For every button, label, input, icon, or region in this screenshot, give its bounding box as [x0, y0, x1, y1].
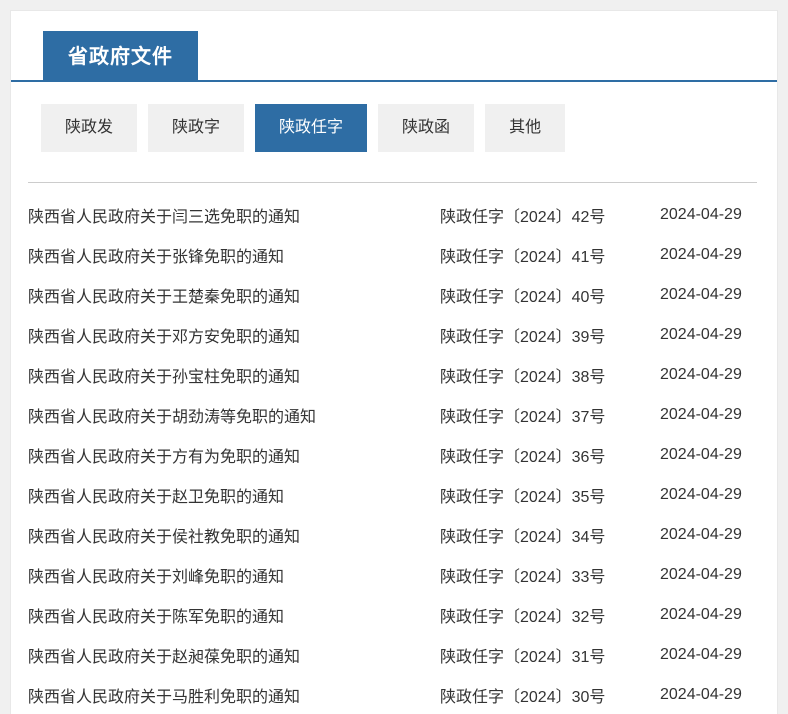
- doc-number: 陕政任字〔2024〕31号: [440, 643, 660, 667]
- tab-shanzhenghan[interactable]: 陕政函: [378, 104, 474, 152]
- page-title: 省政府文件: [43, 31, 198, 80]
- doc-list-item[interactable]: 陕西省人民政府关于张锋免职的通知 陕政任字〔2024〕41号 2024-04-2…: [11, 235, 777, 275]
- doc-title-link[interactable]: 陕西省人民政府关于赵卫免职的通知: [28, 483, 440, 507]
- doc-title-link[interactable]: 陕西省人民政府关于方有为免职的通知: [28, 443, 440, 467]
- doc-list-item[interactable]: 陕西省人民政府关于孙宝柱免职的通知 陕政任字〔2024〕38号 2024-04-…: [11, 355, 777, 395]
- doc-number: 陕政任字〔2024〕42号: [440, 203, 660, 227]
- doc-date: 2024-04-29: [660, 486, 747, 504]
- doc-list-item[interactable]: 陕西省人民政府关于赵卫免职的通知 陕政任字〔2024〕35号 2024-04-2…: [11, 475, 777, 515]
- doc-date: 2024-04-29: [660, 206, 747, 224]
- doc-list-item[interactable]: 陕西省人民政府关于赵昶葆免职的通知 陕政任字〔2024〕31号 2024-04-…: [11, 635, 777, 675]
- doc-date: 2024-04-29: [660, 406, 747, 424]
- section-header: 省政府文件: [11, 11, 777, 82]
- doc-title-link[interactable]: 陕西省人民政府关于陈军免职的通知: [28, 603, 440, 627]
- doc-title-link[interactable]: 陕西省人民政府关于胡劲涛等免职的通知: [28, 403, 440, 427]
- doc-date: 2024-04-29: [660, 646, 747, 664]
- doc-title-link[interactable]: 陕西省人民政府关于赵昶葆免职的通知: [28, 643, 440, 667]
- doc-number: 陕政任字〔2024〕39号: [440, 323, 660, 347]
- doc-list-item[interactable]: 陕西省人民政府关于马胜利免职的通知 陕政任字〔2024〕30号 2024-04-…: [11, 675, 777, 714]
- doc-title-link[interactable]: 陕西省人民政府关于孙宝柱免职的通知: [28, 363, 440, 387]
- doc-number: 陕政任字〔2024〕38号: [440, 363, 660, 387]
- tab-shanzhengfa[interactable]: 陕政发: [41, 104, 137, 152]
- doc-date: 2024-04-29: [660, 246, 747, 264]
- doc-list-item[interactable]: 陕西省人民政府关于侯社教免职的通知 陕政任字〔2024〕34号 2024-04-…: [11, 515, 777, 555]
- doc-date: 2024-04-29: [660, 286, 747, 304]
- doc-date: 2024-04-29: [660, 366, 747, 384]
- doc-number: 陕政任字〔2024〕34号: [440, 523, 660, 547]
- filter-tabs: 陕政发 陕政字 陕政任字 陕政函 其他: [41, 104, 777, 152]
- doc-number: 陕政任字〔2024〕36号: [440, 443, 660, 467]
- doc-list-item[interactable]: 陕西省人民政府关于闫三选免职的通知 陕政任字〔2024〕42号 2024-04-…: [11, 195, 777, 235]
- tab-qita[interactable]: 其他: [485, 104, 565, 152]
- doc-title-link[interactable]: 陕西省人民政府关于刘峰免职的通知: [28, 563, 440, 587]
- doc-title-link[interactable]: 陕西省人民政府关于闫三选免职的通知: [28, 203, 440, 227]
- doc-list-item[interactable]: 陕西省人民政府关于刘峰免职的通知 陕政任字〔2024〕33号 2024-04-2…: [11, 555, 777, 595]
- doc-date: 2024-04-29: [660, 606, 747, 624]
- doc-date: 2024-04-29: [660, 526, 747, 544]
- doc-number: 陕政任字〔2024〕41号: [440, 243, 660, 267]
- doc-number: 陕政任字〔2024〕33号: [440, 563, 660, 587]
- doc-number: 陕政任字〔2024〕35号: [440, 483, 660, 507]
- document-list: 陕西省人民政府关于闫三选免职的通知 陕政任字〔2024〕42号 2024-04-…: [11, 183, 777, 714]
- doc-number: 陕政任字〔2024〕37号: [440, 403, 660, 427]
- doc-title-link[interactable]: 陕西省人民政府关于马胜利免职的通知: [28, 683, 440, 707]
- doc-list-item[interactable]: 陕西省人民政府关于方有为免职的通知 陕政任字〔2024〕36号 2024-04-…: [11, 435, 777, 475]
- doc-list-item[interactable]: 陕西省人民政府关于陈军免职的通知 陕政任字〔2024〕32号 2024-04-2…: [11, 595, 777, 635]
- tab-shanzhengrenzi[interactable]: 陕政任字: [255, 104, 367, 152]
- content-panel: 省政府文件 陕政发 陕政字 陕政任字 陕政函 其他 陕西省人民政府关于闫三选免职…: [10, 10, 778, 714]
- doc-list-item[interactable]: 陕西省人民政府关于胡劲涛等免职的通知 陕政任字〔2024〕37号 2024-04…: [11, 395, 777, 435]
- doc-date: 2024-04-29: [660, 686, 747, 704]
- doc-date: 2024-04-29: [660, 326, 747, 344]
- doc-title-link[interactable]: 陕西省人民政府关于侯社教免职的通知: [28, 523, 440, 547]
- doc-list-item[interactable]: 陕西省人民政府关于王楚秦免职的通知 陕政任字〔2024〕40号 2024-04-…: [11, 275, 777, 315]
- doc-title-link[interactable]: 陕西省人民政府关于王楚秦免职的通知: [28, 283, 440, 307]
- doc-title-link[interactable]: 陕西省人民政府关于邓方安免职的通知: [28, 323, 440, 347]
- doc-date: 2024-04-29: [660, 566, 747, 584]
- doc-title-link[interactable]: 陕西省人民政府关于张锋免职的通知: [28, 243, 440, 267]
- doc-number: 陕政任字〔2024〕40号: [440, 283, 660, 307]
- doc-number: 陕政任字〔2024〕32号: [440, 603, 660, 627]
- tab-shanzhengzi[interactable]: 陕政字: [148, 104, 244, 152]
- doc-number: 陕政任字〔2024〕30号: [440, 683, 660, 707]
- doc-list-item[interactable]: 陕西省人民政府关于邓方安免职的通知 陕政任字〔2024〕39号 2024-04-…: [11, 315, 777, 355]
- doc-date: 2024-04-29: [660, 446, 747, 464]
